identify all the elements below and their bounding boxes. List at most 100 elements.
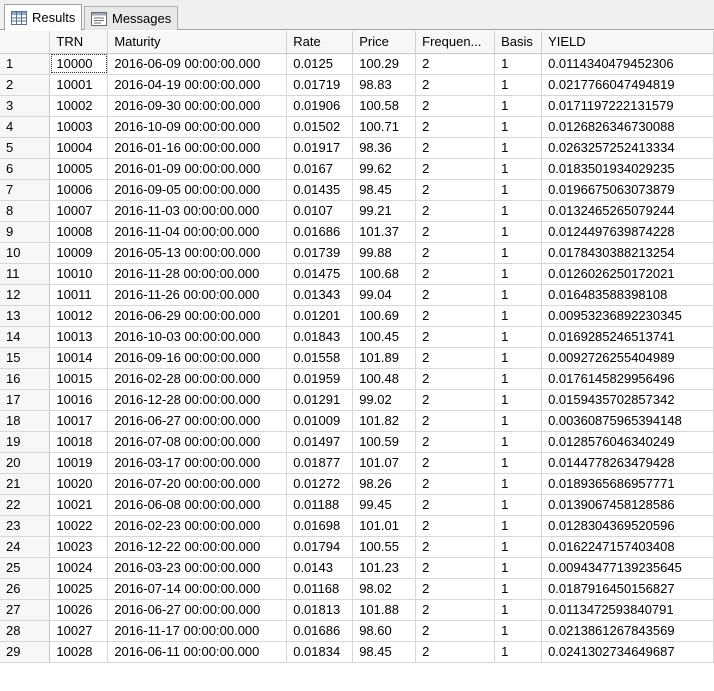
row-number-cell[interactable]: 28: [0, 620, 51, 642]
table-row[interactable]: 28 10027 2016-11-17 00:00:00.000 0.01686 98.…: [0, 620, 714, 642]
cell-rate[interactable]: 0.01435: [286, 179, 354, 201]
cell-maturity[interactable]: 2016-11-04 00:00:00.000: [107, 221, 288, 243]
cell-trn[interactable]: 10021: [49, 494, 109, 516]
cell-maturity[interactable]: 2016-12-28 00:00:00.000: [107, 389, 288, 411]
cell-frequency[interactable]: 2: [415, 200, 496, 222]
cell-frequency[interactable]: 2: [415, 137, 496, 159]
cell-price[interactable]: 101.82: [352, 410, 417, 432]
cell-yield[interactable]: 0.0159435702857342: [541, 389, 714, 411]
row-number-cell[interactable]: 8: [0, 200, 51, 222]
cell-yield[interactable]: 0.0217766047494819: [541, 74, 714, 96]
table-row[interactable]: 6 10005 2016-01-09 00:00:00.000 0.0167 99.62…: [0, 158, 714, 180]
cell-yield[interactable]: 0.0126826346730088: [541, 116, 714, 138]
cell-yield[interactable]: 0.016483588398108: [541, 284, 714, 306]
cell-trn[interactable]: 10002: [49, 95, 109, 117]
cell-basis[interactable]: 1: [494, 242, 543, 264]
row-number-cell[interactable]: 20: [0, 452, 51, 474]
table-row[interactable]: 11 10010 2016-11-28 00:00:00.000 0.01475 100…: [0, 263, 714, 285]
cell-yield[interactable]: 0.0092726255404989: [541, 347, 714, 369]
cell-basis[interactable]: 1: [494, 221, 543, 243]
cell-maturity[interactable]: 2016-01-16 00:00:00.000: [107, 137, 288, 159]
table-row[interactable]: 9 10008 2016-11-04 00:00:00.000 0.01686 101.…: [0, 221, 714, 243]
cell-frequency[interactable]: 2: [415, 221, 496, 243]
cell-basis[interactable]: 1: [494, 431, 543, 453]
cell-trn[interactable]: 10018: [49, 431, 109, 453]
cell-frequency[interactable]: 2: [415, 347, 496, 369]
cell-price[interactable]: 98.36: [352, 137, 417, 159]
cell-trn[interactable]: 10007: [49, 200, 109, 222]
cell-price[interactable]: 100.58: [352, 95, 417, 117]
cell-price[interactable]: 100.59: [352, 431, 417, 453]
cell-basis[interactable]: 1: [494, 389, 543, 411]
cell-price[interactable]: 99.88: [352, 242, 417, 264]
cell-basis[interactable]: 1: [494, 158, 543, 180]
cell-rate[interactable]: 0.01686: [286, 620, 354, 642]
row-number-cell[interactable]: 13: [0, 305, 51, 327]
cell-maturity[interactable]: 2016-11-17 00:00:00.000: [107, 620, 288, 642]
table-row[interactable]: 1 10000 2016-06-09 00:00:00.000 0.0125 100.2…: [0, 53, 714, 75]
cell-rate[interactable]: 0.01009: [286, 410, 354, 432]
row-number-cell[interactable]: 29: [0, 641, 51, 663]
cell-basis[interactable]: 1: [494, 515, 543, 537]
cell-frequency[interactable]: 2: [415, 53, 496, 75]
row-number-cell[interactable]: 6: [0, 158, 51, 180]
cell-maturity[interactable]: 2016-10-09 00:00:00.000: [107, 116, 288, 138]
cell-yield[interactable]: 0.00943477139235645: [541, 557, 714, 579]
row-number-cell[interactable]: 22: [0, 494, 51, 516]
cell-price[interactable]: 100.29: [352, 53, 417, 75]
cell-maturity[interactable]: 2016-09-05 00:00:00.000: [107, 179, 288, 201]
table-row[interactable]: 12 10011 2016-11-26 00:00:00.000 0.01343 99.…: [0, 284, 714, 306]
cell-yield[interactable]: 0.0187916450156827: [541, 578, 714, 600]
row-number-cell[interactable]: 26: [0, 578, 51, 600]
cell-rate[interactable]: 0.0125: [286, 53, 354, 75]
cell-price[interactable]: 99.02: [352, 389, 417, 411]
cell-frequency[interactable]: 2: [415, 515, 496, 537]
cell-rate[interactable]: 0.01917: [286, 137, 354, 159]
cell-basis[interactable]: 1: [494, 494, 543, 516]
table-row[interactable]: 14 10013 2016-10-03 00:00:00.000 0.01843 100…: [0, 326, 714, 348]
cell-maturity[interactable]: 2016-09-30 00:00:00.000: [107, 95, 288, 117]
cell-rate[interactable]: 0.0167: [286, 158, 354, 180]
cell-rate[interactable]: 0.01272: [286, 473, 354, 495]
table-row[interactable]: 21 10020 2016-07-20 00:00:00.000 0.01272 98.…: [0, 473, 714, 495]
table-row[interactable]: 2 10001 2016-04-19 00:00:00.000 0.01719 98.8…: [0, 74, 714, 96]
table-row[interactable]: 7 10006 2016-09-05 00:00:00.000 0.01435 98.4…: [0, 179, 714, 201]
cell-frequency[interactable]: 2: [415, 599, 496, 621]
cell-price[interactable]: 101.88: [352, 599, 417, 621]
cell-trn[interactable]: 10022: [49, 515, 109, 537]
cell-maturity[interactable]: 2016-06-09 00:00:00.000: [107, 53, 288, 75]
cell-yield[interactable]: 0.0132465265079244: [541, 200, 714, 222]
cell-frequency[interactable]: 2: [415, 452, 496, 474]
table-row[interactable]: 4 10003 2016-10-09 00:00:00.000 0.01502 100.…: [0, 116, 714, 138]
row-number-cell[interactable]: 21: [0, 473, 51, 495]
tab-messages[interactable]: Messages: [84, 6, 178, 30]
table-row[interactable]: 8 10007 2016-11-03 00:00:00.000 0.0107 99.21…: [0, 200, 714, 222]
cell-basis[interactable]: 1: [494, 284, 543, 306]
cell-basis[interactable]: 1: [494, 326, 543, 348]
cell-rate[interactable]: 0.01558: [286, 347, 354, 369]
table-row[interactable]: 22 10021 2016-06-08 00:00:00.000 0.01188 99.…: [0, 494, 714, 516]
cell-yield[interactable]: 0.0128304369520596: [541, 515, 714, 537]
row-number-cell[interactable]: 15: [0, 347, 51, 369]
cell-rate[interactable]: 0.01168: [286, 578, 354, 600]
cell-yield[interactable]: 0.0169285246513741: [541, 326, 714, 348]
row-number-cell[interactable]: 14: [0, 326, 51, 348]
cell-basis[interactable]: 1: [494, 410, 543, 432]
cell-trn[interactable]: 10009: [49, 242, 109, 264]
cell-price[interactable]: 99.04: [352, 284, 417, 306]
cell-frequency[interactable]: 2: [415, 641, 496, 663]
cell-yield[interactable]: 0.0124497639874228: [541, 221, 714, 243]
cell-basis[interactable]: 1: [494, 137, 543, 159]
cell-trn[interactable]: 10016: [49, 389, 109, 411]
column-header-price[interactable]: Price: [352, 31, 417, 54]
cell-price[interactable]: 98.83: [352, 74, 417, 96]
cell-rate[interactable]: 0.01497: [286, 431, 354, 453]
table-row[interactable]: 29 10028 2016-06-11 00:00:00.000 0.01834 98.…: [0, 641, 714, 663]
cell-trn[interactable]: 10011: [49, 284, 109, 306]
cell-maturity[interactable]: 2016-02-28 00:00:00.000: [107, 368, 288, 390]
cell-yield[interactable]: 0.0176145829956496: [541, 368, 714, 390]
cell-yield[interactable]: 0.0126026250172021: [541, 263, 714, 285]
cell-frequency[interactable]: 2: [415, 494, 496, 516]
cell-maturity[interactable]: 2016-01-09 00:00:00.000: [107, 158, 288, 180]
cell-price[interactable]: 98.26: [352, 473, 417, 495]
